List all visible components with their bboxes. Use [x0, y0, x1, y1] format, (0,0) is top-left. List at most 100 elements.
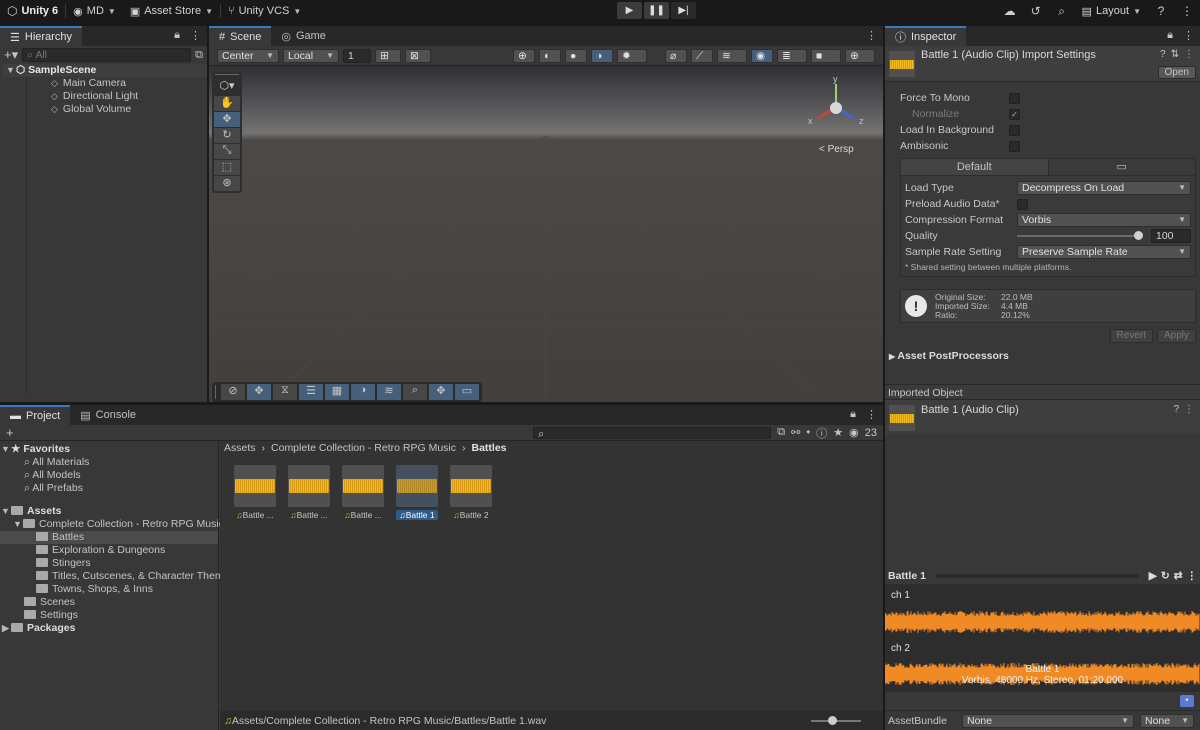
help-button[interactable]: ?	[1148, 0, 1174, 22]
folder-battles[interactable]: Battles	[0, 531, 218, 544]
scene-row[interactable]: ▼⬡ SampleScene	[3, 64, 207, 77]
sample-rate-dropdown[interactable]: Preserve Sample Rate ▼	[1017, 245, 1191, 259]
open-button[interactable]: Open	[1157, 66, 1196, 79]
more-icon[interactable]: ⋮	[860, 408, 883, 425]
vcs-button[interactable]: ⑂ Unity VCS ▼	[221, 0, 308, 22]
overlay-btn-5[interactable]: ▦	[325, 384, 349, 400]
file-item[interactable]: ♫Battle ...	[342, 465, 384, 520]
fav-item-models[interactable]: ⌕ All Models	[0, 469, 218, 482]
drag-handle[interactable]	[215, 74, 239, 78]
hierarchy-item-global-volume[interactable]: ◇ Global Volume	[27, 103, 207, 116]
more-icon[interactable]: ⋮	[1184, 404, 1194, 415]
slider-handle[interactable]	[1134, 231, 1143, 240]
folder-settings[interactable]: Settings	[0, 609, 218, 622]
breadcrumb-item[interactable]: Complete Collection - Retro RPG Music	[271, 442, 456, 454]
hierarchy-item-main-camera[interactable]: ◇ Main Camera	[27, 77, 207, 90]
thumbnail-size-slider[interactable]	[811, 715, 861, 725]
asset-store-button[interactable]: ▣ Asset Store ▼	[123, 0, 220, 22]
hand-tool[interactable]: ✋	[214, 96, 240, 111]
folder-stingers[interactable]: Stingers	[0, 557, 218, 570]
quality-input[interactable]: 100	[1151, 229, 1191, 243]
tab-console[interactable]: ▤ Console	[70, 405, 146, 425]
folder-collection[interactable]: ▼ Complete Collection - Retro RPG Music	[0, 518, 224, 531]
more-icon[interactable]: ⋮	[1187, 570, 1198, 582]
load-background-checkbox[interactable]	[1009, 124, 1020, 136]
space-dropdown[interactable]: Local ▼	[283, 48, 339, 63]
camera-dropdown[interactable]: ■	[811, 48, 841, 63]
filter-icon[interactable]: ⧉	[195, 49, 203, 62]
tab-inspector[interactable]: ⓘ Inspector	[885, 26, 967, 46]
rotate-tool[interactable]: ↻	[214, 128, 240, 143]
variant-dropdown[interactable]: None ▼	[1140, 713, 1194, 728]
preview-drag-bar[interactable]	[935, 574, 1139, 578]
draw-mode-button[interactable]: ⊕	[513, 48, 535, 63]
overlay-btn-6[interactable]: ◑	[351, 384, 375, 400]
revert-button[interactable]: Revert	[1109, 329, 1153, 343]
postprocessors-foldout[interactable]: ▶ Asset PostProcessors	[889, 350, 1200, 362]
more-icon[interactable]: ⋮	[1184, 49, 1194, 60]
auto-play-icon[interactable]: ↻	[1161, 570, 1170, 582]
audio-toggle[interactable]: ⌀	[665, 48, 687, 63]
file-item-selected[interactable]: ♫Battle 1	[396, 465, 438, 520]
platform-tab-standalone[interactable]: ▭	[1048, 159, 1195, 175]
overlay-btn-9[interactable]: ✥	[429, 384, 453, 400]
transform-tool[interactable]: ⊛	[214, 176, 240, 191]
assetbundle-dropdown[interactable]: None ▼	[962, 713, 1134, 728]
search-button[interactable]: ⌕	[1049, 0, 1075, 22]
add-button[interactable]: +▾	[4, 47, 18, 63]
unlit-button[interactable]: ●	[565, 48, 587, 63]
rect-tool[interactable]: ⬚	[214, 160, 240, 175]
layers-dropdown[interactable]: ≋	[717, 48, 747, 63]
lock-icon[interactable]: 🔒︎	[170, 29, 184, 46]
overlay-btn-4[interactable]: ☰	[299, 384, 323, 400]
account-button[interactable]: ◉ MD ▼	[66, 0, 123, 22]
scene-viewport[interactable]: ⬡▾ ✋ ✥ ↻ ⤡ ⬚ ⊛ y x z < Persp ⊘ ✥ ⧖ ☰ ▦ ◑…	[209, 66, 883, 402]
history-button[interactable]: ↺	[1023, 0, 1049, 22]
lit-button[interactable]: ◑	[591, 48, 613, 63]
gizmos-dropdown[interactable]: ⊕	[845, 48, 875, 63]
packages-row[interactable]: ▶ Packages	[0, 622, 218, 635]
file-item[interactable]: ♫Battle ...	[288, 465, 330, 520]
overlay-btn-2[interactable]: ✥	[247, 384, 271, 400]
shaded-button[interactable]: ◐	[539, 48, 561, 63]
more-icon[interactable]: ⋮	[184, 29, 207, 46]
fav-item-materials[interactable]: ⌕ All Materials	[0, 456, 218, 469]
overlay-btn-7[interactable]: ≋	[377, 384, 401, 400]
breadcrumb-item[interactable]: Battles	[472, 442, 507, 454]
grid-snap-dropdown[interactable]: ⊞	[375, 48, 401, 63]
debug-dropdown[interactable]: ✹	[617, 48, 647, 63]
render-layers-dropdown[interactable]: ≣	[777, 48, 807, 63]
info-icon[interactable]: ⓘ	[816, 425, 827, 441]
loop-icon[interactable]: ⇄	[1174, 570, 1183, 582]
visibility-toggle[interactable]: ◉	[751, 48, 773, 63]
drag-handle[interactable]	[215, 385, 219, 399]
tag-icon[interactable]: ⬩	[806, 426, 810, 439]
step-button[interactable]: ▶|	[671, 2, 696, 19]
slider-handle[interactable]	[828, 715, 837, 725]
lock-icon[interactable]: 🔒︎	[846, 408, 860, 425]
force-mono-checkbox[interactable]	[1009, 92, 1020, 104]
folder-exploration[interactable]: Exploration & Dungeons	[0, 544, 218, 557]
layout-dropdown[interactable]: ▤ Layout ▼	[1075, 0, 1148, 22]
more-icon[interactable]: ⋮	[1177, 29, 1200, 46]
tab-scene[interactable]: # Scene	[209, 26, 272, 46]
load-type-dropdown[interactable]: Decompress On Load ▼	[1017, 181, 1191, 195]
move-tool[interactable]: ✥	[214, 112, 240, 127]
folder-towns[interactable]: Towns, Shops, & Inns	[0, 583, 218, 596]
tab-game[interactable]: ◎ Game	[271, 26, 336, 46]
compression-dropdown[interactable]: Vorbis ▼	[1017, 213, 1191, 227]
normalize-checkbox[interactable]: ✓	[1009, 108, 1020, 120]
overlay-btn-10[interactable]: ▭	[455, 384, 479, 400]
lock-icon[interactable]: 🔒︎	[1163, 29, 1177, 46]
increment-snap-dropdown[interactable]: ⊠	[405, 48, 431, 63]
more-icon[interactable]: ⋮	[860, 29, 883, 46]
file-item[interactable]: ♫Battle 2	[450, 465, 492, 520]
search-by-type-icon[interactable]: ⧉	[777, 426, 785, 439]
view-tool-dropdown[interactable]: ⬡▾	[219, 79, 234, 95]
ambisonic-checkbox[interactable]	[1009, 140, 1020, 152]
hierarchy-search-input[interactable]: ⌕ All	[22, 48, 192, 62]
scale-tool[interactable]: ⤡	[214, 144, 240, 159]
fx-toggle[interactable]: ⟋	[691, 48, 713, 63]
tab-hierarchy[interactable]: ☰ Hierarchy	[0, 26, 82, 46]
breadcrumb-item[interactable]: Assets	[224, 442, 256, 454]
